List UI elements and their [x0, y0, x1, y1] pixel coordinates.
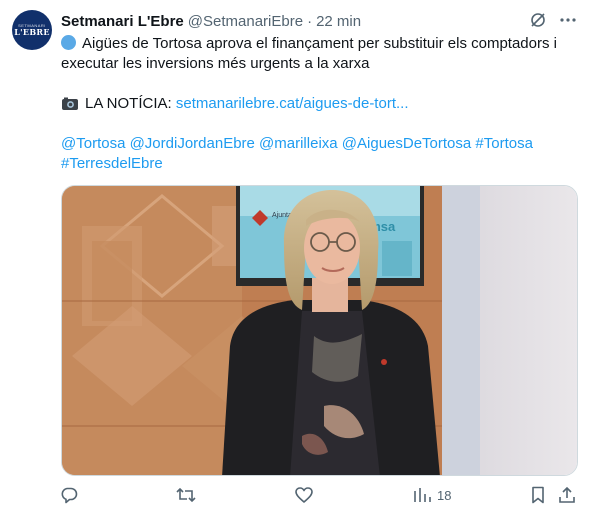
blue-circle-icon	[61, 35, 76, 50]
news-label: LA NOTÍCIA:	[85, 95, 172, 112]
user-handle[interactable]: @SetmanariEbre	[188, 13, 303, 30]
bookmark-button[interactable]	[530, 486, 546, 504]
more-options-icon[interactable]	[559, 11, 577, 29]
avatar[interactable]: SETMANARI L'EBRE	[12, 10, 52, 50]
reply-button[interactable]	[60, 486, 78, 504]
reply-icon	[61, 487, 78, 504]
like-button[interactable]	[295, 486, 313, 504]
post-photo[interactable]: Ajuntament de Tortosa emsa	[61, 185, 578, 476]
avatar-logo-text: L'EBRE	[14, 27, 50, 37]
mentions-line-2[interactable]: #TerresdelEbre	[61, 154, 581, 174]
mentions-line-1[interactable]: @Tortosa @JordiJordanEbre @marilleixa @A…	[61, 134, 581, 154]
heart-icon	[295, 487, 313, 503]
news-link[interactable]: setmanarilebre.cat/aigues-de-tort...	[176, 95, 409, 112]
grok-icon[interactable]	[529, 11, 547, 29]
camera-icon	[62, 97, 78, 110]
action-bar: 18	[58, 486, 583, 510]
views-count: 18	[437, 487, 452, 503]
share-icon	[559, 486, 575, 503]
bookmark-icon	[532, 486, 544, 504]
repost-button[interactable]	[176, 486, 196, 504]
views-button[interactable]: 18	[413, 486, 451, 504]
views-icon	[414, 488, 431, 502]
headline-text-2: executar les inversions més urgents a la…	[61, 55, 370, 72]
news-line: LA NOTÍCIA: setmanarilebre.cat/aigues-de…	[61, 94, 581, 114]
tweet[interactable]: SETMANARI L'EBRE Setmanari L'Ebre @Setma…	[0, 0, 591, 516]
header-separator: ·	[307, 12, 313, 30]
share-button[interactable]	[558, 486, 576, 504]
post-time[interactable]: 22 min	[316, 13, 361, 30]
display-name[interactable]: Setmanari L'Ebre	[61, 13, 184, 30]
avatar-small-text: SETMANARI	[18, 23, 46, 28]
tweet-header: Setmanari L'Ebre @SetmanariEbre · 22 min	[61, 11, 361, 31]
tweet-text: Aigües de Tortosa aprova el finançament …	[61, 34, 581, 174]
headline-text-1: Aigües de Tortosa aprova el finançament …	[82, 35, 557, 52]
repost-icon	[176, 487, 196, 503]
headline-line-1: Aigües de Tortosa aprova el finançament …	[61, 34, 581, 54]
header-icons	[529, 11, 577, 29]
